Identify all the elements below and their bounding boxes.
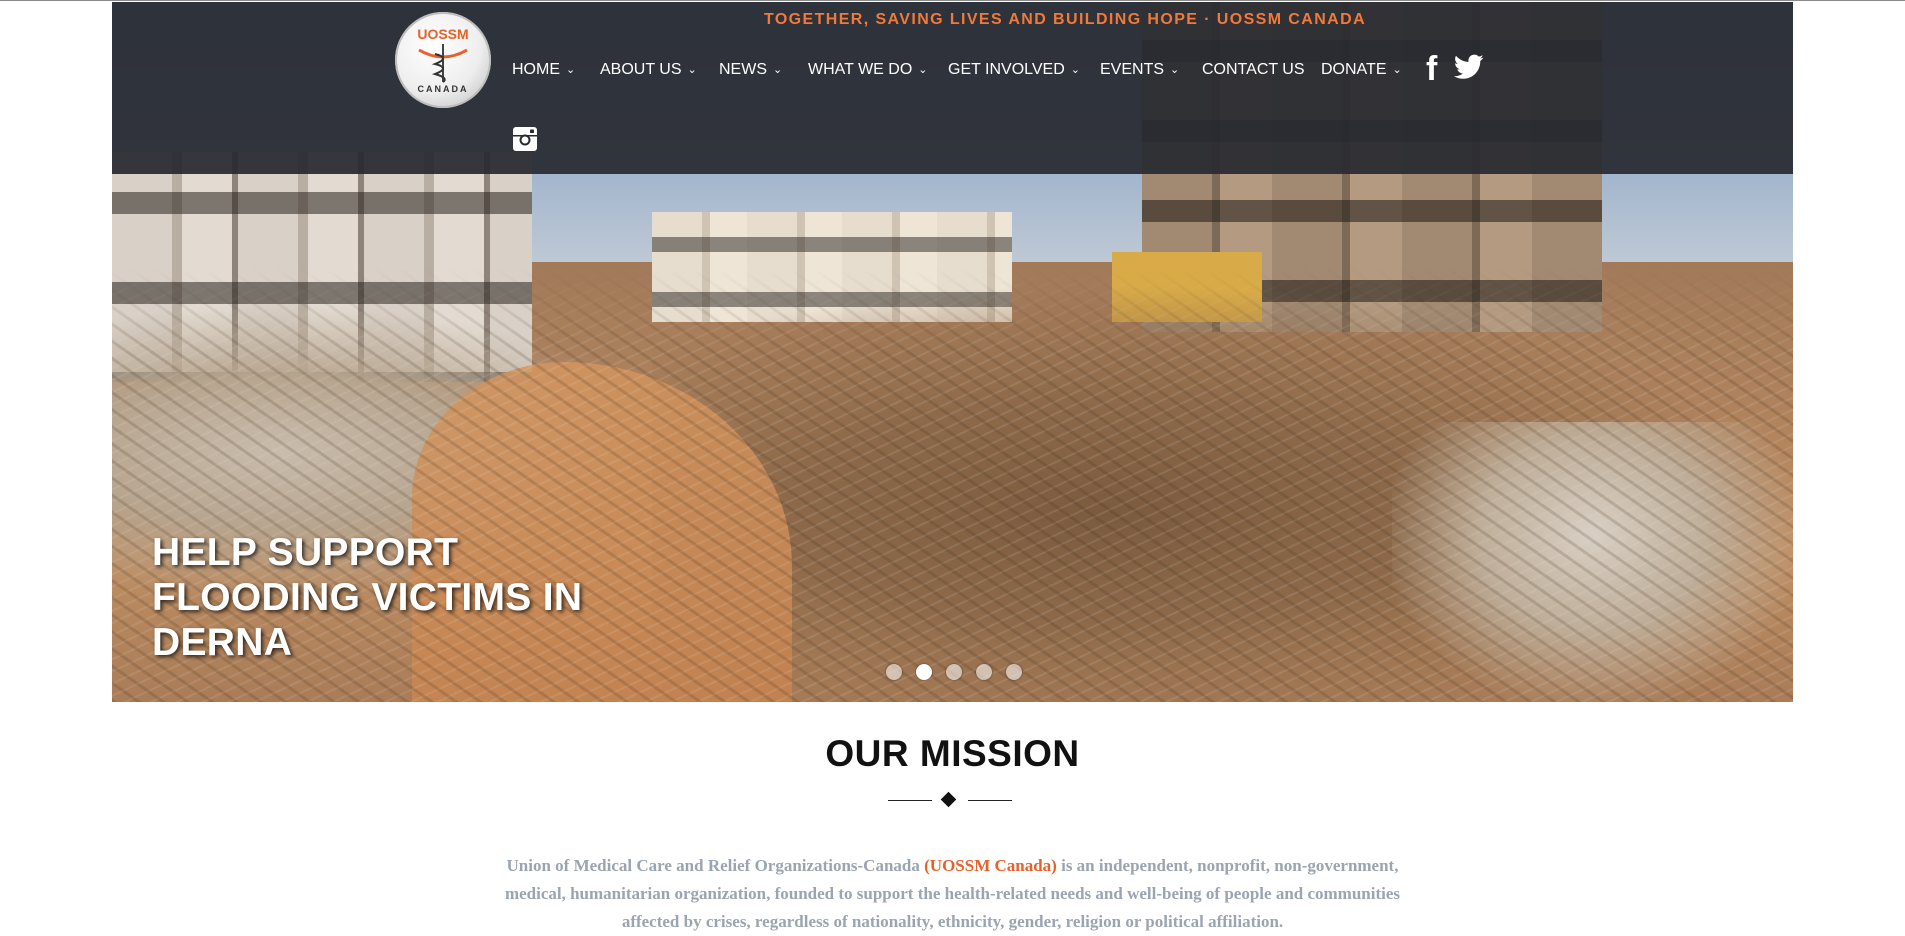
logo-top-text: UOSSM	[417, 26, 469, 42]
nav-item-contact-us[interactable]: CONTACT US	[1202, 58, 1305, 82]
caduceus-icon	[418, 44, 468, 83]
nav-item-about-us[interactable]: ABOUT US ⌄	[600, 58, 697, 82]
twitter-icon[interactable]	[1454, 54, 1484, 80]
mission-text: Union of Medical Care and Relief Organiz…	[504, 856, 1401, 931]
logo-bottom-text: CANADA	[417, 84, 469, 94]
slider-dot[interactable]	[946, 664, 962, 680]
mission-title: OUR MISSION	[825, 733, 1080, 774]
chevron-down-icon: ⌄	[1170, 64, 1180, 76]
uossm-logo[interactable]: UOSSM CANADA	[395, 12, 491, 108]
section-divider	[888, 791, 1012, 811]
hero-section: TOGETHER, SAVING LIVES AND BUILDING HOPE…	[112, 2, 1793, 702]
nav-item-get-involved[interactable]: GET INVOLVED ⌄	[948, 58, 1080, 82]
nav-item-donate[interactable]: DONATE ⌄	[1321, 58, 1402, 82]
nav-item-events[interactable]: EVENTS ⌄	[1100, 58, 1179, 82]
site-tagline: TOGETHER, SAVING LIVES AND BUILDING HOPE…	[763, 11, 1367, 28]
brand-name: (UOSSM Canada)	[924, 856, 1057, 875]
nav-item-what-we-do[interactable]: WHAT WE DO ⌄	[808, 58, 928, 82]
chevron-down-icon: ⌄	[1392, 64, 1402, 76]
slider-dot[interactable]	[1006, 664, 1022, 680]
instagram-icon[interactable]	[512, 126, 538, 152]
hero-caption: HELP SUPPORT FLOODING VICTIMS IN DERNA	[152, 531, 583, 664]
site-header: TOGETHER, SAVING LIVES AND BUILDING HOPE…	[112, 2, 1793, 174]
diamond-icon	[940, 791, 957, 808]
top-border	[0, 0, 1905, 1]
chevron-down-icon: ⌄	[773, 64, 783, 76]
slider-dot-active[interactable]	[916, 664, 932, 680]
facebook-icon[interactable]: f	[1426, 52, 1446, 86]
slider-dot[interactable]	[976, 664, 992, 680]
chevron-down-icon: ⌄	[687, 64, 697, 76]
nav-item-news[interactable]: NEWS ⌄	[719, 58, 782, 82]
chevron-down-icon: ⌄	[918, 64, 928, 76]
chevron-down-icon: ⌄	[566, 64, 576, 76]
chevron-down-icon: ⌄	[1070, 64, 1080, 76]
nav-item-home[interactable]: HOME ⌄	[512, 58, 575, 82]
slider-dot[interactable]	[886, 664, 902, 680]
